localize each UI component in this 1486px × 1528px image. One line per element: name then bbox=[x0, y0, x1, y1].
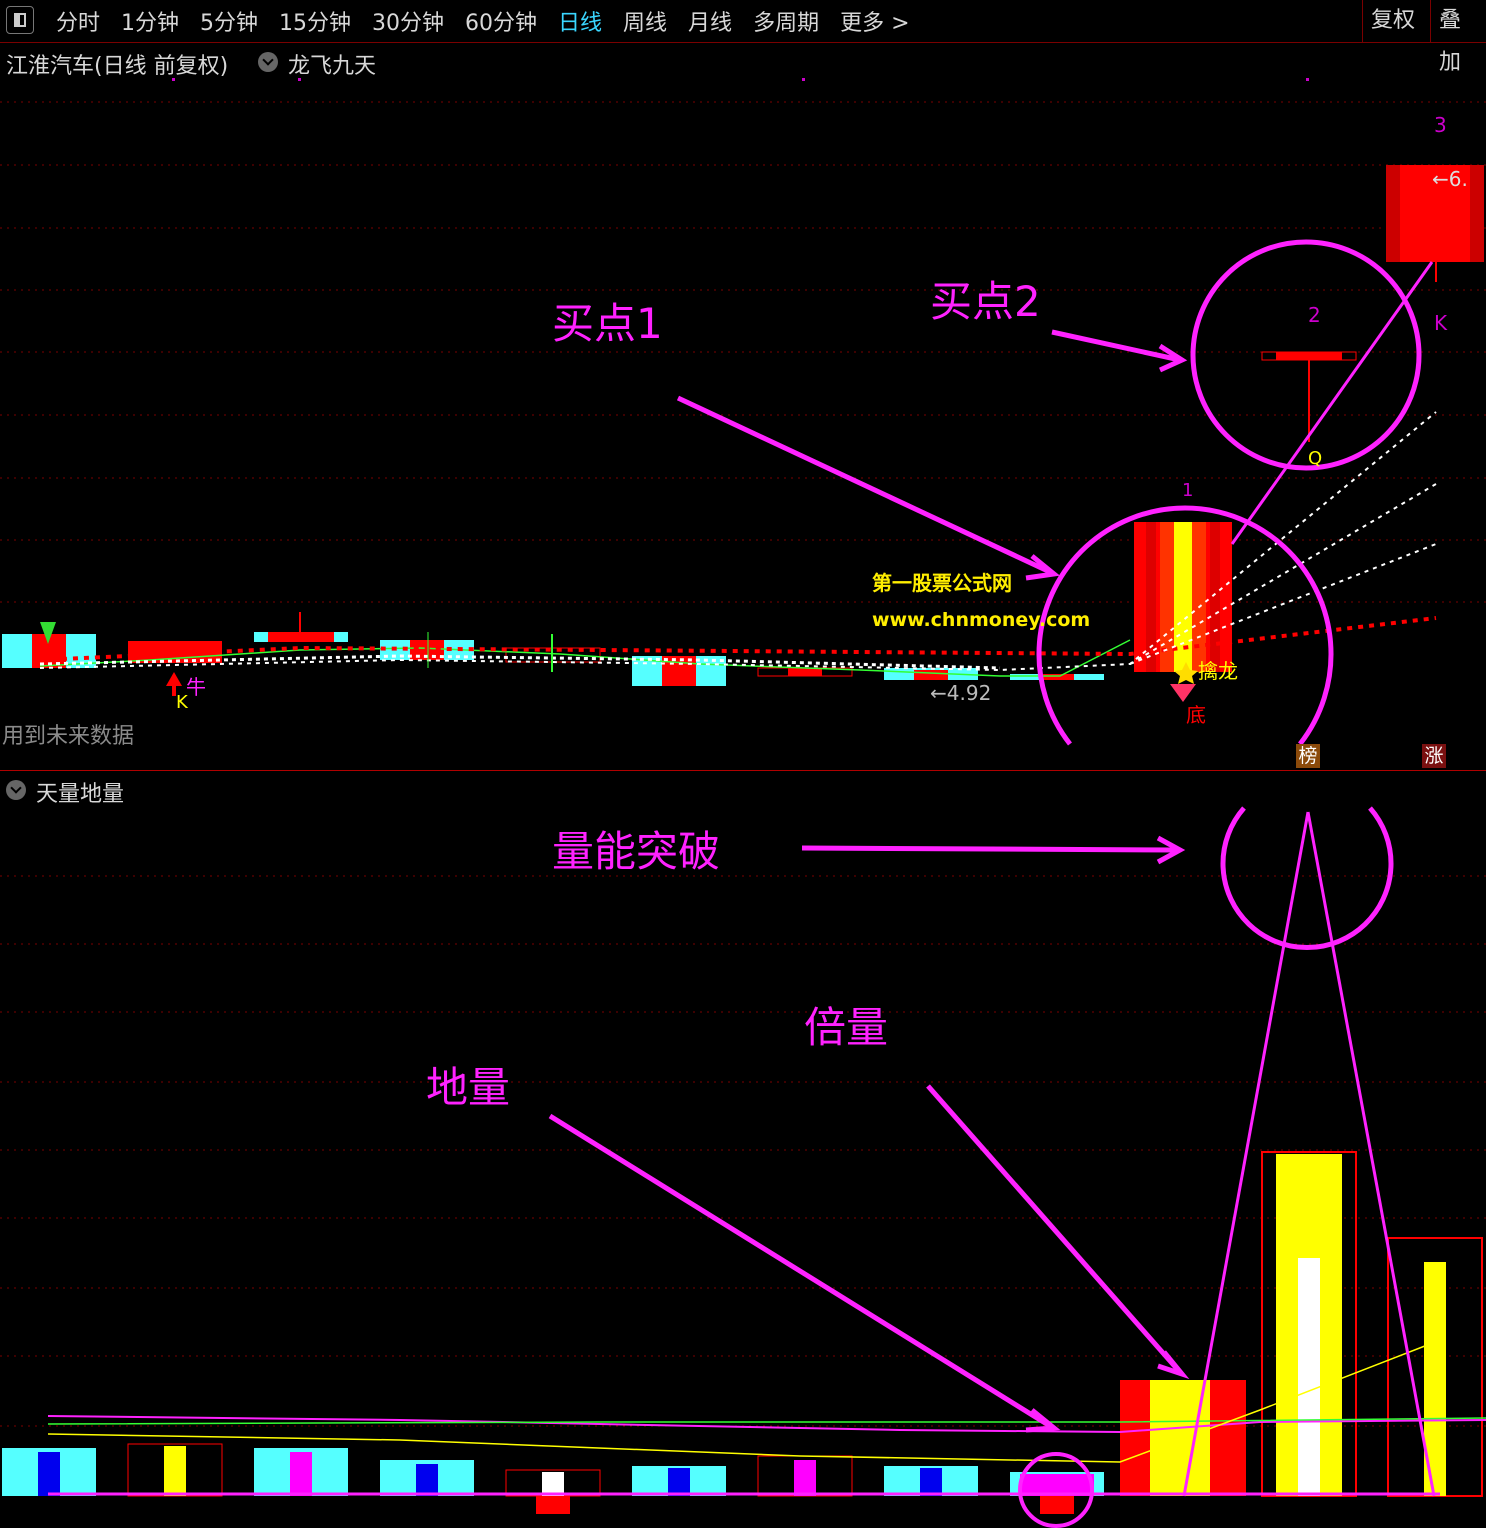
marker-2: 2 bbox=[1308, 303, 1321, 327]
watermark-cn: 第一股票公式网 bbox=[872, 571, 1012, 595]
watermark-url: www.chnmoney.com bbox=[872, 609, 1090, 631]
period-toolbar: 分时 1分钟 5分钟 15分钟 30分钟 60分钟 日线 周线 月线 多周期 更… bbox=[0, 0, 1486, 75]
price-low-label: ←4.92 bbox=[930, 681, 991, 705]
price-chart[interactable]: 买点1 买点2 1 2 3 K Q K 牛 ←4.92 ←6. 擒龙 底 第一股… bbox=[0, 42, 1486, 770]
up-arrow-icon bbox=[166, 672, 182, 686]
tab-60min[interactable]: 60分钟 bbox=[465, 5, 537, 37]
tab-30min[interactable]: 30分钟 bbox=[372, 5, 444, 37]
period-tabs: 分时 1分钟 5分钟 15分钟 30分钟 60分钟 日线 周线 月线 多周期 更… bbox=[56, 0, 910, 42]
double-volume-label: 倍量 bbox=[804, 1003, 888, 1052]
tab-5min[interactable]: 5分钟 bbox=[200, 5, 258, 37]
candles bbox=[2, 165, 1484, 686]
cow-label: 牛 bbox=[186, 675, 206, 699]
tab-more[interactable]: 更多 > bbox=[840, 5, 909, 37]
bottom-label: 底 bbox=[1186, 703, 1206, 727]
dragon-label: 擒龙 bbox=[1198, 659, 1238, 683]
buy-point-1-arrow bbox=[676, 395, 1052, 575]
panel-divider bbox=[0, 770, 1486, 771]
ground-volume-label: 地量 bbox=[426, 1063, 510, 1112]
marker-1: 1 bbox=[1182, 480, 1193, 501]
overlay-button[interactable]: 叠加 bbox=[1430, 0, 1486, 75]
diamond-icon bbox=[1170, 684, 1196, 702]
restore-right-button[interactable]: 复权 bbox=[1362, 0, 1430, 42]
tab-intraday[interactable]: 分时 bbox=[56, 5, 100, 37]
tab-multi-period[interactable]: 多周期 bbox=[753, 5, 819, 37]
ranking-badge[interactable]: 榜 bbox=[1296, 744, 1320, 768]
buy-point-2-label: 买点2 bbox=[930, 277, 1041, 326]
buy-point-1-label: 买点1 bbox=[552, 299, 663, 348]
volume-indicator-dropdown-icon[interactable] bbox=[6, 780, 26, 800]
sidebar-toggle-icon[interactable] bbox=[6, 6, 34, 34]
price-high-label: ←6. bbox=[1432, 167, 1468, 191]
tab-15min[interactable]: 15分钟 bbox=[279, 5, 351, 37]
marker-q: Q bbox=[1308, 448, 1322, 469]
volume-chart[interactable]: 量能突破 倍量 地量 bbox=[0, 800, 1486, 1528]
marker-k-right: K bbox=[1434, 311, 1448, 335]
tab-1min[interactable]: 1分钟 bbox=[121, 5, 179, 37]
tab-monthly[interactable]: 月线 bbox=[688, 5, 732, 37]
breakthrough-label: 量能突破 bbox=[552, 827, 720, 876]
marker-3: 3 bbox=[1434, 113, 1447, 137]
volume-bars bbox=[2, 1151, 1483, 1514]
limit-up-badge[interactable]: 涨 bbox=[1422, 744, 1446, 768]
tab-weekly[interactable]: 周线 bbox=[623, 5, 667, 37]
tab-daily[interactable]: 日线 bbox=[558, 5, 602, 37]
